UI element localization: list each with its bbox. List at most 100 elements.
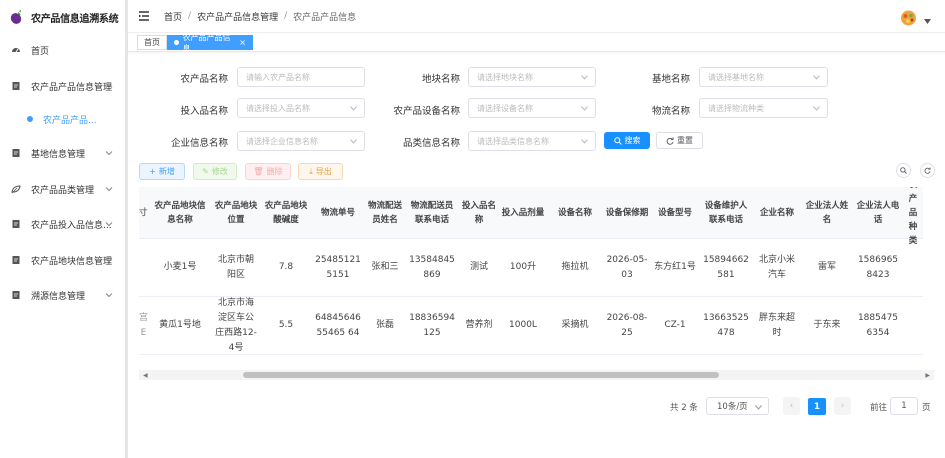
table-cell: 2026-08-25 <box>603 297 651 355</box>
sidebar-item-plot-info[interactable]: 农产品地块信息管理 <box>0 247 125 273</box>
logo[interactable]: 农产品信息追溯系统 <box>0 0 125 34</box>
page-number-current[interactable]: 1 <box>808 398 826 415</box>
category-name-select[interactable]: 请选择品类信息名称 <box>468 131 596 151</box>
sidebar-item-product-info[interactable]: 农产品产品信息管理 <box>0 73 125 99</box>
toggle-search-button[interactable] <box>896 163 911 178</box>
document-icon <box>12 256 20 264</box>
chevron-left-icon: ‹ <box>789 401 794 411</box>
search-button-label: 搜索 <box>624 136 641 145</box>
data-table: 寸 宫E 农产品地块信息名称 小麦1号 黄瓜1号地 农产品地块位置 北京市朝阳区 北京市海… <box>139 187 934 383</box>
table-cell: 东方红1号 <box>651 239 699 297</box>
logistics-name-select[interactable]: 请选择物流种类 <box>699 98 828 118</box>
column-header: 农产品地块位置 <box>211 187 261 239</box>
table-cell: 张磊 <box>365 297 405 355</box>
caret-down-icon[interactable] <box>924 19 931 24</box>
table-cell: 7.8 <box>261 239 311 297</box>
close-icon[interactable]: × <box>239 38 246 47</box>
field-label: 投入品名称 <box>180 106 228 117</box>
refresh-button[interactable] <box>920 163 935 178</box>
table-cell: 雷军 <box>801 239 853 297</box>
chevron-down-icon <box>813 75 820 80</box>
input-name-select[interactable]: 请选择投入品名称 <box>237 98 365 118</box>
sidebar-item-label: 农产品产品... <box>43 115 97 126</box>
page-suffix-label: 页 <box>922 403 931 413</box>
placeholder: 请选择品类信息名称 <box>477 136 549 146</box>
sidebar-item-input-info[interactable]: 农产品投入品信息... <box>0 211 125 237</box>
column-header: 企业法人姓名 <box>801 187 853 239</box>
scroll-right-icon[interactable]: ▶ <box>925 372 930 379</box>
top-navbar: 首页 / 农产品产品信息管理 / 农产品产品信息 <box>128 0 945 33</box>
scroll-left-icon[interactable]: ◀ <box>143 372 148 379</box>
tags-view: 首页 农产品产品信息 × <box>128 33 945 53</box>
page-size-value: 10条/页 <box>717 402 748 412</box>
plot-name-select[interactable]: 请选择地块名称 <box>468 67 596 87</box>
export-button-label: 导出 <box>315 167 332 176</box>
avatar[interactable] <box>900 9 917 26</box>
column-header: 企业法人电话 <box>853 187 903 239</box>
next-page-button[interactable]: › <box>834 397 851 415</box>
column-header: 物流配送员姓名 <box>365 187 405 239</box>
trash-icon: 🗑 <box>253 167 264 176</box>
column-header: 企业名称 <box>753 187 801 239</box>
tag-label: 农产品产品信息 <box>182 32 231 53</box>
chevron-right-icon: › <box>840 401 845 411</box>
sidebar-item-base-info[interactable]: 基地信息管理 <box>0 140 125 166</box>
edit-button[interactable]: ✎ 修改 <box>193 163 237 180</box>
table-cell <box>903 239 923 297</box>
tag-product-info[interactable]: 农产品产品信息 × <box>167 33 253 53</box>
page-size-select[interactable]: 10条/页 <box>706 397 769 415</box>
table-cell: 1000L <box>499 297 547 355</box>
delete-button[interactable]: 🗑 删除 <box>245 163 291 180</box>
placeholder: 请选择设备名称 <box>477 103 533 113</box>
chevron-down-icon <box>755 405 762 410</box>
sidebar-item-label: 首页 <box>31 46 50 57</box>
document-icon <box>12 291 20 299</box>
sidebar-item-product-info-sub[interactable]: 农产品产品... <box>0 106 125 132</box>
sidebar-item-trace-info[interactable]: 溯源信息管理 <box>0 282 125 308</box>
chevron-down-icon <box>350 139 357 144</box>
base-name-select[interactable]: 请选择基地名称 <box>699 67 828 87</box>
column-header: 农产品地块酸碱度 <box>261 187 311 239</box>
tag-home[interactable]: 首页 <box>137 35 167 50</box>
hamburger-icon[interactable] <box>138 10 150 22</box>
table-cell: 15894662581 <box>699 239 753 297</box>
horizontal-scrollbar[interactable]: ◀ ▶ <box>139 370 934 380</box>
table-cell: 采摘机 <box>547 297 603 355</box>
breadcrumb-item[interactable]: 农产品产品信息管理 <box>197 10 278 23</box>
refresh-icon <box>666 137 674 145</box>
table-cell: 北京市海淀区车公庄西路12-4号 <box>211 297 261 355</box>
sidebar-item-label: 农产品产品信息管理 <box>31 82 113 93</box>
delete-button-label: 删除 <box>266 167 283 176</box>
device-name-select[interactable]: 请选择设备名称 <box>468 98 596 118</box>
add-button[interactable]: + 新增 <box>139 163 185 180</box>
table-cell: 2026-05-03 <box>603 239 651 297</box>
field-label: 农产品名称 <box>180 74 228 85</box>
column-header: 投入品剂量 <box>499 187 547 239</box>
prev-page-button[interactable]: ‹ <box>783 397 800 415</box>
enterprise-name-select[interactable]: 请选择企业信息名称 <box>237 131 365 151</box>
sidebar-item-category[interactable]: 农产品品类管理 <box>0 176 125 202</box>
table-cell: 小麦1号 <box>149 239 211 297</box>
plus-icon: + <box>149 167 156 176</box>
breadcrumb-item[interactable]: 首页 <box>164 10 182 23</box>
table-cell: 于东来 <box>801 297 853 355</box>
product-name-input[interactable]: 请输入农产品名称 <box>237 67 365 87</box>
placeholder: 请选择地块名称 <box>477 72 533 82</box>
chevron-up-icon <box>105 83 113 88</box>
app-root: 农产品信息追溯系统 首页 农产品产品信息管理 农产品产品... 基地信息管理 农… <box>0 0 945 458</box>
sidebar-item-label: 农产品地块信息管理 <box>31 256 113 267</box>
goto-page-value: 1 <box>901 401 907 411</box>
scrollbar-thumb[interactable] <box>243 372 719 378</box>
dot-icon <box>27 116 33 122</box>
sidebar-item-home[interactable]: 首页 <box>0 37 125 63</box>
table-cell: 胖东来超时 <box>753 297 801 355</box>
tag-label: 首页 <box>144 38 160 47</box>
export-button[interactable]: ⤓ 导出 <box>298 163 343 180</box>
goto-page-input[interactable]: 1 <box>890 397 918 415</box>
sidebar-item-label: 溯源信息管理 <box>31 291 86 302</box>
search-button[interactable]: 搜索 <box>604 132 650 149</box>
search-icon <box>900 167 907 174</box>
reset-button[interactable]: 重置 <box>656 132 703 149</box>
eggplant-icon <box>10 10 22 24</box>
field-label: 物流名称 <box>651 106 690 117</box>
